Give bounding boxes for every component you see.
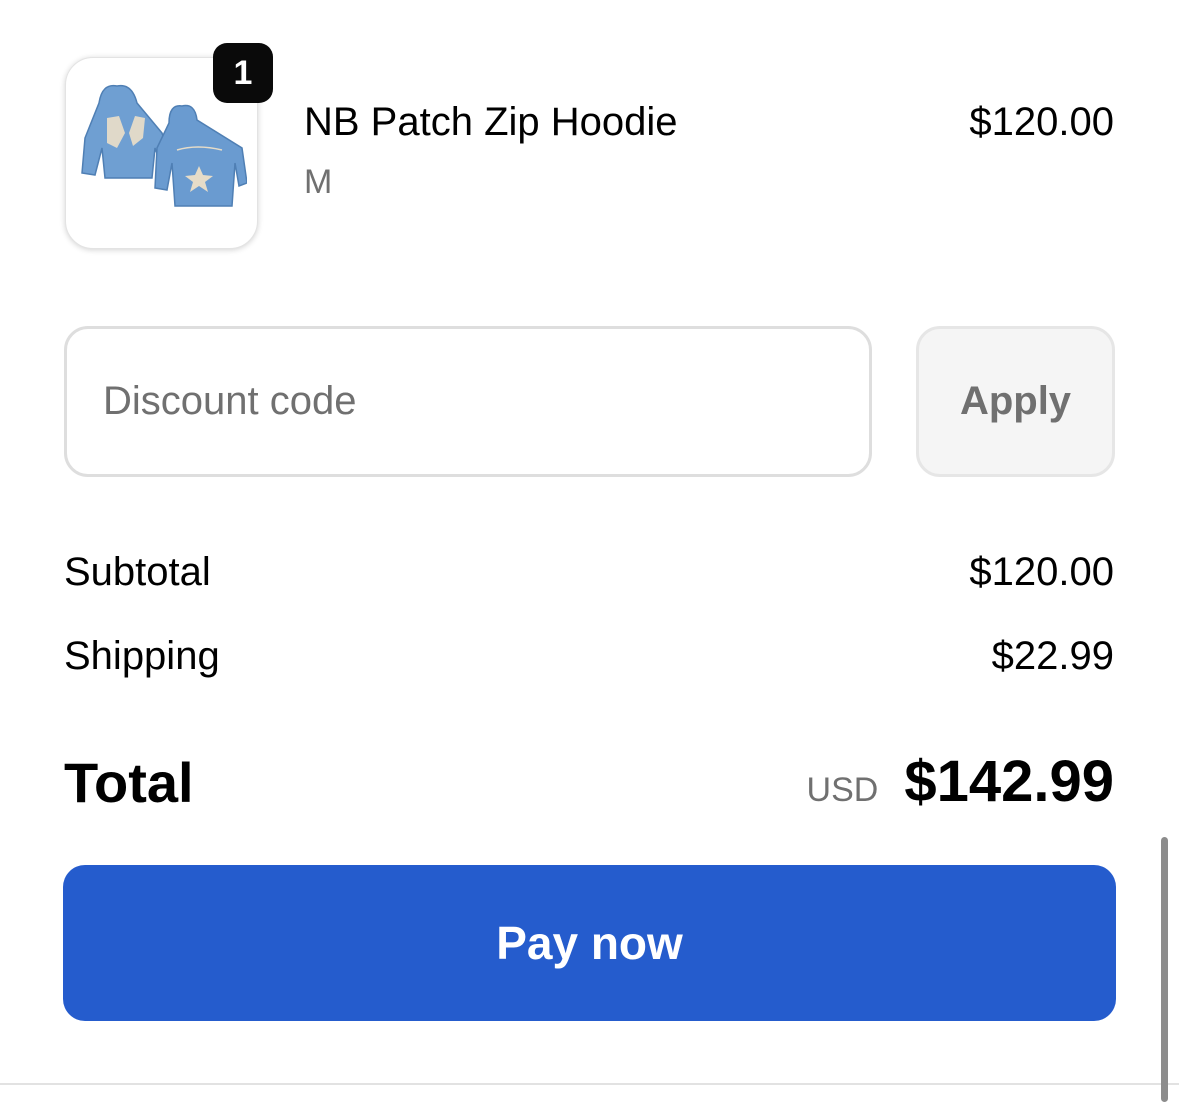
subtotal-label: Subtotal bbox=[64, 550, 211, 594]
apply-discount-button[interactable]: Apply bbox=[916, 326, 1115, 477]
shipping-value: $22.99 bbox=[991, 634, 1114, 678]
total-label: Total bbox=[64, 751, 194, 814]
quantity-badge: 1 bbox=[213, 43, 273, 103]
product-name: NB Patch Zip Hoodie bbox=[304, 100, 678, 144]
product-price: $120.00 bbox=[969, 100, 1114, 144]
scrollbar[interactable] bbox=[1161, 837, 1168, 1102]
discount-code-input[interactable] bbox=[64, 326, 872, 477]
total-amount: USD $142.99 bbox=[807, 748, 1114, 815]
total-value: $142.99 bbox=[904, 749, 1114, 814]
divider bbox=[0, 1083, 1179, 1085]
subtotal-value: $120.00 bbox=[969, 550, 1114, 594]
currency-code: USD bbox=[806, 771, 879, 809]
product-variant: M bbox=[304, 163, 333, 201]
pay-now-button[interactable]: Pay now bbox=[63, 865, 1116, 1021]
shipping-label: Shipping bbox=[64, 634, 220, 678]
